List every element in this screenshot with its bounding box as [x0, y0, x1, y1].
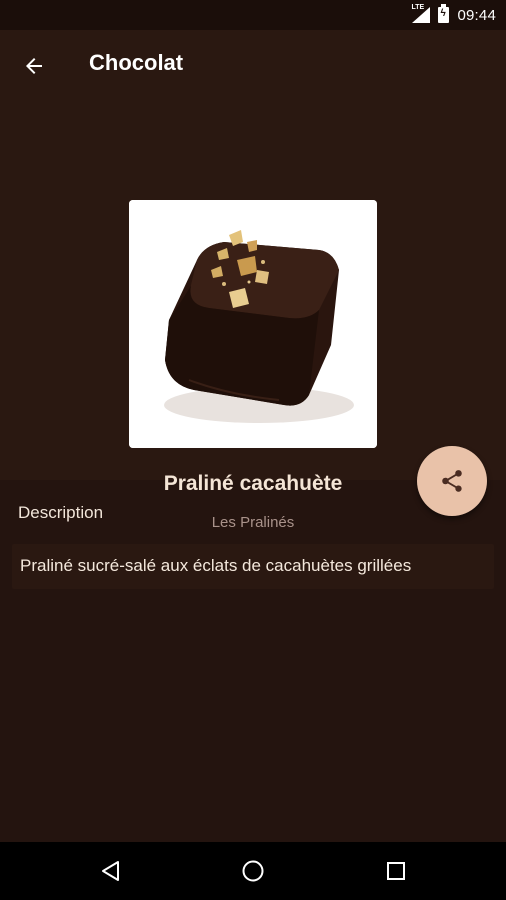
battery-charging-icon: ϟ: [438, 4, 450, 23]
back-triangle-icon: [102, 861, 119, 881]
page-title: Chocolat: [89, 50, 184, 75]
home-circle-icon: [242, 860, 264, 882]
product-header: Praliné cacahuète Les Pralinés: [0, 102, 506, 531]
status-time: 09:44: [457, 6, 496, 24]
lte-signal-icon: LTE: [411, 4, 431, 23]
description-card: Praliné sucré-salé aux éclats de cacahuè…: [12, 544, 494, 589]
network-label: LTE: [411, 4, 425, 11]
status-bar: LTE ϟ 09:44: [0, 0, 506, 30]
nav-back-button[interactable]: [91, 851, 131, 891]
back-button[interactable]: [14, 46, 54, 86]
share-icon: [442, 470, 462, 492]
navigation-bar: [0, 842, 506, 900]
chocolate-praline-photo: [129, 200, 377, 448]
app-bar: Chocolat: [0, 30, 506, 102]
arrow-back-icon: [26, 58, 42, 74]
description-text: Praliné sucré-salé aux éclats de cacahuè…: [20, 556, 412, 575]
nav-recents-button[interactable]: [376, 851, 416, 891]
nav-home-button[interactable]: [233, 851, 273, 891]
description-label: Description: [18, 503, 104, 522]
product-image: [129, 200, 377, 448]
status-icons: LTE ϟ 09:44: [411, 0, 496, 30]
share-button[interactable]: [417, 446, 487, 516]
recents-square-icon: [387, 862, 405, 880]
